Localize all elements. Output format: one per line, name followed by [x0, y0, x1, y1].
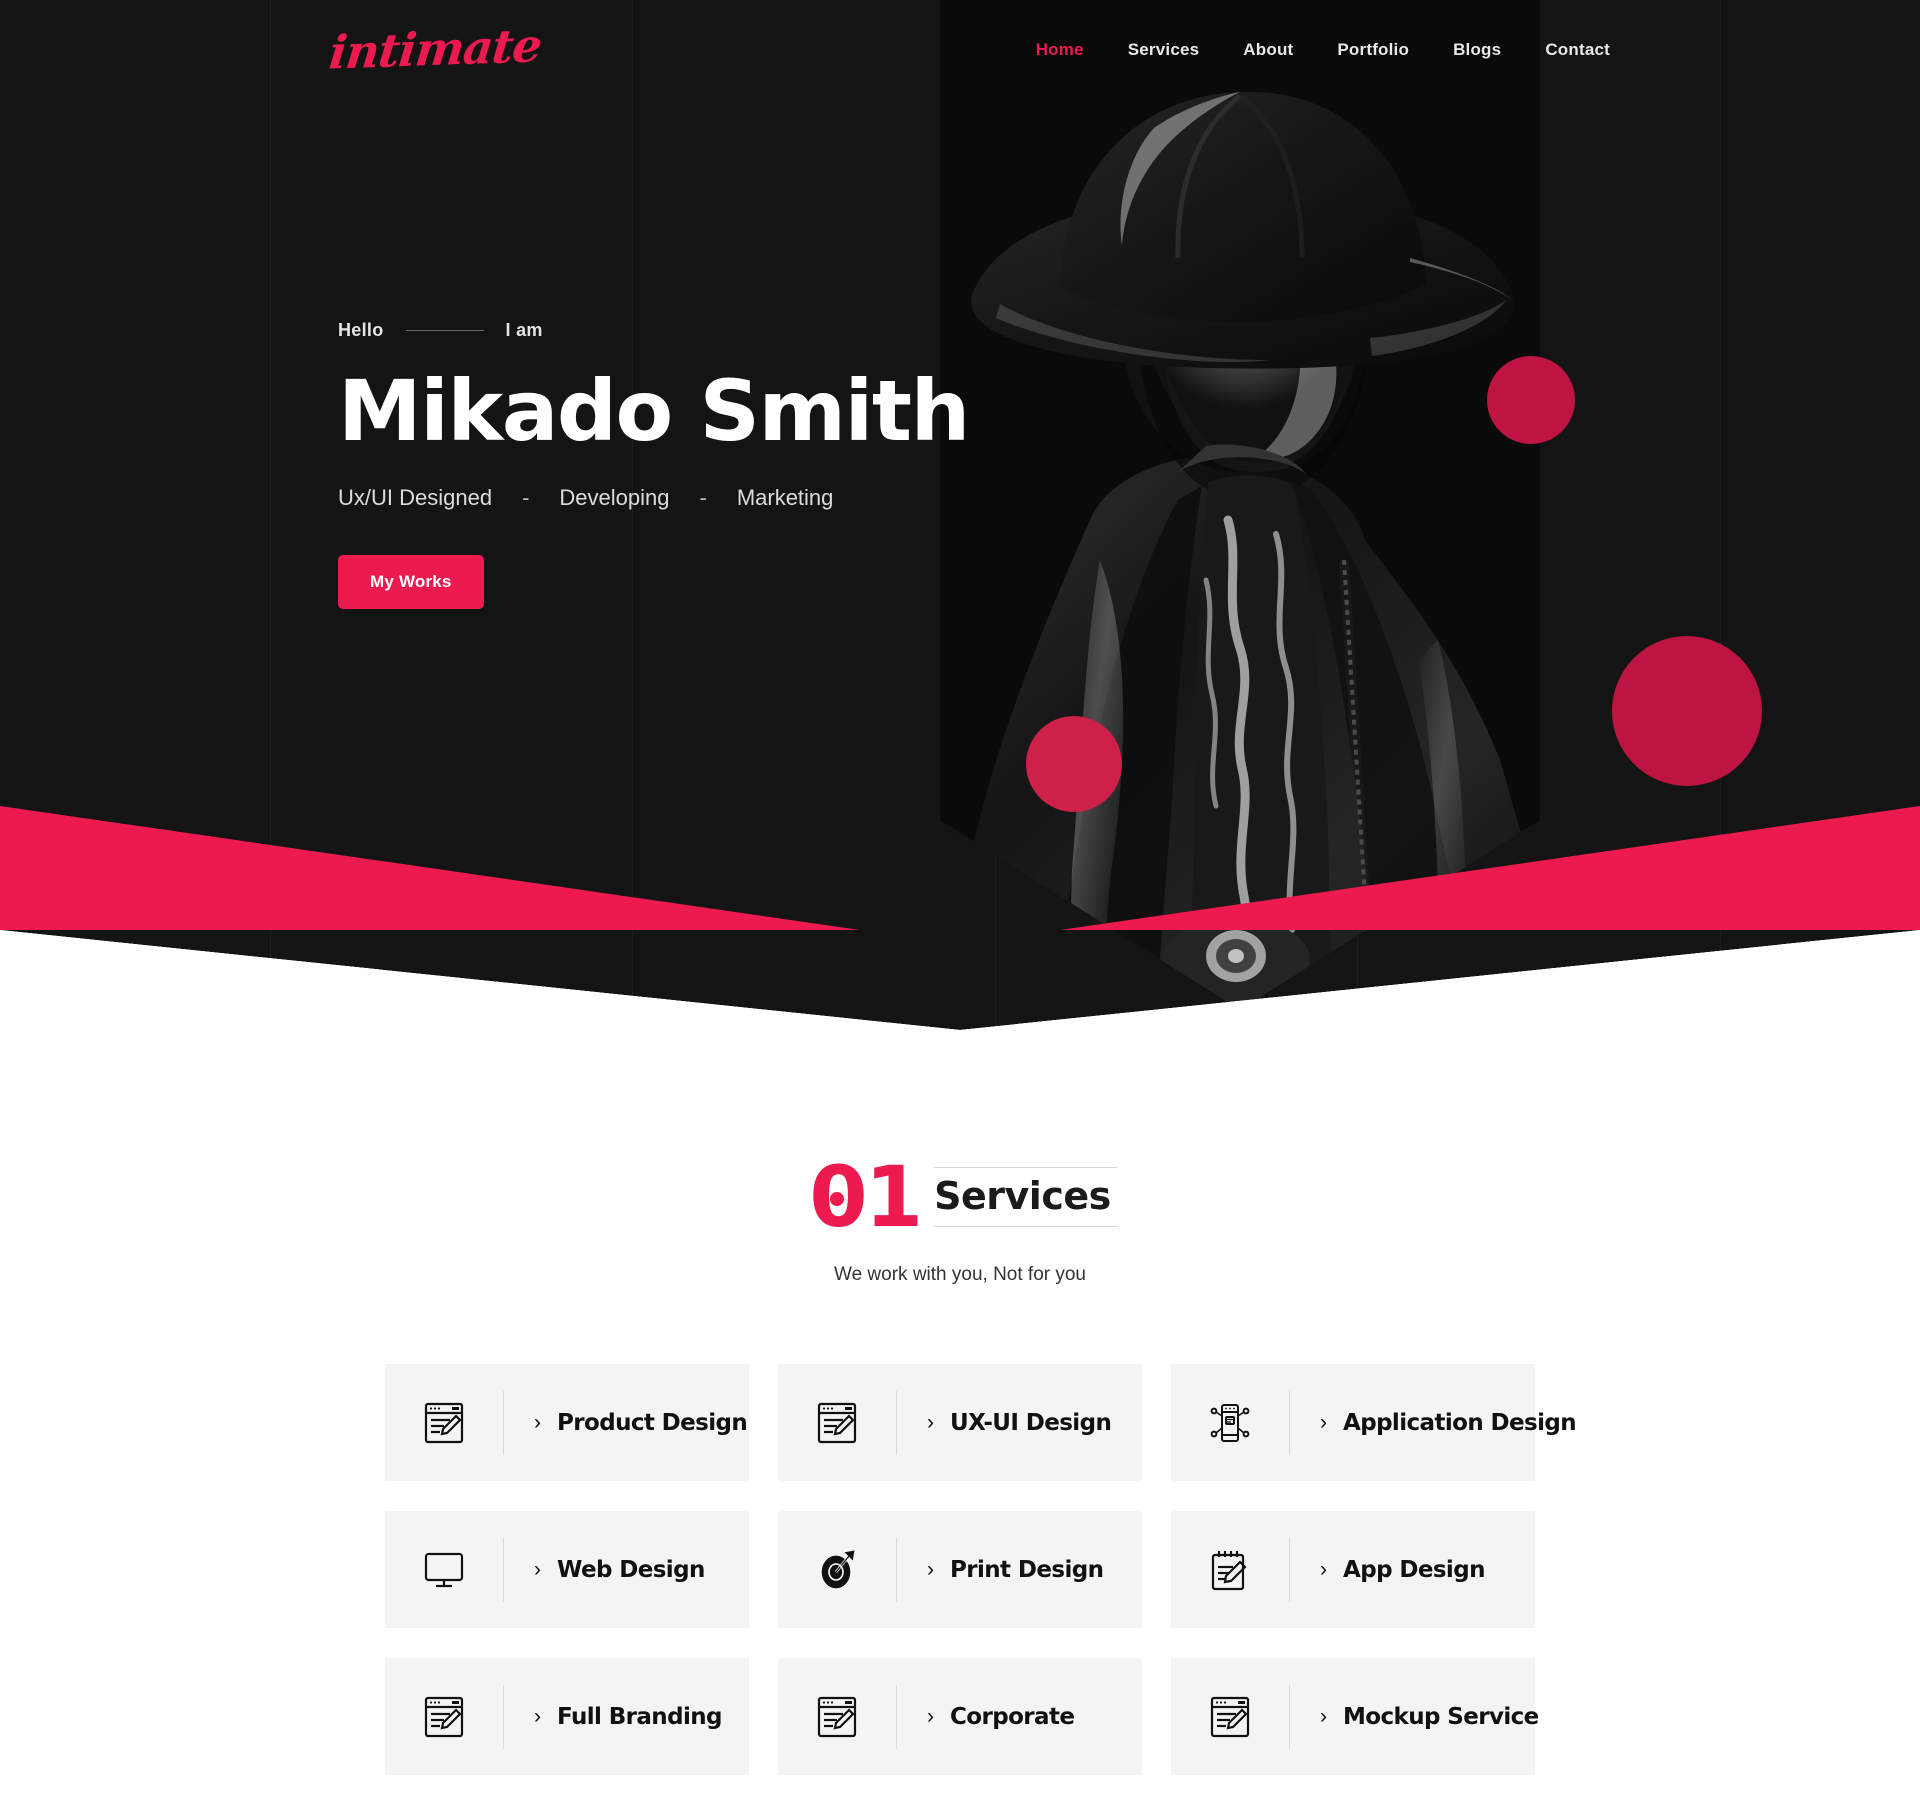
- decorative-circle: [1487, 356, 1575, 444]
- main-navigation: intimate Home Services About Portfolio B…: [0, 0, 1920, 110]
- nav-item-blogs[interactable]: Blogs: [1453, 40, 1501, 60]
- service-card[interactable]: › App Design: [1171, 1511, 1535, 1628]
- hero-role-2: Developing: [559, 485, 670, 510]
- service-label: App Design: [1343, 1556, 1485, 1583]
- notepad-pencil-icon: [1171, 1548, 1289, 1592]
- nav-item-home[interactable]: Home: [1036, 40, 1084, 60]
- card-label-wrap: › Mockup Service: [1290, 1704, 1539, 1730]
- nav-links: Home Services About Portfolio Blogs Cont…: [1036, 40, 1610, 60]
- service-card[interactable]: › Full Branding: [385, 1658, 749, 1775]
- chevron-right-icon: ›: [1320, 1411, 1327, 1434]
- service-label: Print Design: [950, 1556, 1104, 1583]
- card-label-wrap: › Corporate: [897, 1703, 1075, 1730]
- chevron-right-icon: ›: [927, 1705, 934, 1728]
- my-works-button[interactable]: My Works: [338, 555, 484, 609]
- brand-logo[interactable]: intimate: [327, 18, 544, 79]
- card-label-wrap: › Application Design: [1290, 1409, 1577, 1436]
- hero-role-1: Ux/UI Designed: [338, 485, 493, 510]
- chevron-right-icon: ›: [1320, 1558, 1327, 1581]
- services-subtitle: We work with you, Not for you: [833, 1264, 1087, 1285]
- service-label: UX-UI Design: [950, 1409, 1112, 1436]
- service-card[interactable]: › Product Design: [385, 1364, 749, 1481]
- services-card-grid: › Product Design › UX-UI Design › Applic…: [385, 1364, 1577, 1775]
- browser-pencil-icon: [778, 1696, 896, 1738]
- nav-item-portfolio[interactable]: Portfolio: [1337, 40, 1409, 60]
- card-label-wrap: › Web Design: [504, 1557, 705, 1583]
- hero-eyebrow: Hello I am: [338, 320, 969, 341]
- chevron-right-icon: ›: [534, 1558, 541, 1581]
- hero-section: intimate Home Services About Portfolio B…: [0, 0, 1920, 1030]
- chevron-right-icon: ›: [1320, 1705, 1327, 1728]
- eyebrow-divider: [405, 330, 484, 331]
- card-label-wrap: › UX-UI Design: [897, 1409, 1112, 1436]
- nav-item-about[interactable]: About: [1243, 40, 1293, 60]
- monitor-icon: [385, 1550, 503, 1590]
- card-label-wrap: › Full Branding: [504, 1704, 722, 1730]
- section-number: 01: [809, 1148, 923, 1246]
- service-card[interactable]: › Corporate: [778, 1658, 1142, 1775]
- service-card[interactable]: › Mockup Service: [1171, 1658, 1539, 1775]
- service-label: Full Branding: [557, 1703, 722, 1730]
- section-title-group: 01 Services: [809, 1148, 1117, 1246]
- hero-angled-shapes: [0, 770, 1920, 1030]
- hero-content: Hello I am Mikado Smith Ux/UI Designed -…: [338, 320, 970, 609]
- role-separator: -: [699, 485, 707, 510]
- service-label: Application Design: [1343, 1409, 1577, 1436]
- service-card[interactable]: › Web Design: [385, 1511, 749, 1628]
- decorative-circle: [1612, 636, 1762, 786]
- service-card[interactable]: › UX-UI Design: [778, 1364, 1142, 1481]
- browser-pencil-icon: [1171, 1696, 1289, 1738]
- section-title: Services: [934, 1174, 1111, 1219]
- browser-pencil-icon: [385, 1696, 503, 1738]
- hero-greeting: Hello: [338, 320, 384, 340]
- browser-pencil-icon: [778, 1402, 896, 1444]
- card-label-wrap: › App Design: [1290, 1557, 1485, 1583]
- chevron-right-icon: ›: [534, 1411, 541, 1434]
- nav-item-contact[interactable]: Contact: [1545, 40, 1610, 60]
- nav-item-services[interactable]: Services: [1128, 40, 1200, 60]
- hero-role-3: Marketing: [736, 485, 834, 510]
- card-label-wrap: › Product Design: [504, 1409, 748, 1436]
- service-label: Corporate: [950, 1703, 1075, 1730]
- chevron-right-icon: ›: [927, 1411, 934, 1434]
- hero-i-am: I am: [505, 320, 543, 340]
- mobile-share-icon: [1171, 1402, 1289, 1444]
- role-separator: -: [522, 485, 530, 510]
- services-section: 01 Services We work with you, Not for yo…: [0, 1030, 1920, 1775]
- hero-name: Mikado Smith: [338, 362, 970, 460]
- service-card[interactable]: › Application Design: [1171, 1364, 1577, 1481]
- service-label: Mockup Service: [1343, 1703, 1539, 1730]
- chevron-right-icon: ›: [927, 1558, 934, 1581]
- service-card[interactable]: › Print Design: [778, 1511, 1142, 1628]
- browser-pencil-icon: [385, 1402, 503, 1444]
- card-label-wrap: › Print Design: [897, 1556, 1104, 1583]
- section-title-rules: Services: [934, 1167, 1117, 1227]
- target-dart-icon: [778, 1549, 896, 1591]
- service-label: Product Design: [557, 1409, 748, 1436]
- service-label: Web Design: [557, 1556, 705, 1583]
- hero-roles: Ux/UI Designed - Developing - Marketing: [338, 485, 969, 511]
- services-header: 01 Services We work with you, Not for yo…: [0, 1155, 1920, 1286]
- chevron-right-icon: ›: [534, 1705, 541, 1728]
